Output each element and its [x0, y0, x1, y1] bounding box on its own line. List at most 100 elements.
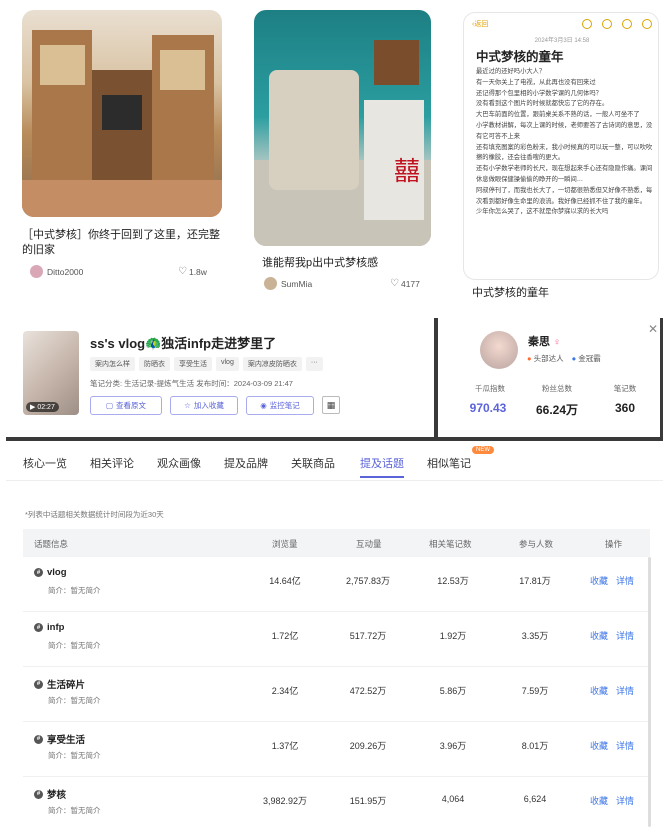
badge-gold-crown: ● 金冠霸: [571, 354, 601, 363]
detail-link[interactable]: 详情: [616, 684, 634, 697]
collect-link[interactable]: 收藏: [590, 794, 608, 807]
svg-text:囍: 囍: [394, 157, 420, 187]
note-toolbar: ‹ 返回: [472, 19, 652, 29]
hashtag-icon: #: [34, 568, 43, 577]
collect-link[interactable]: 收藏: [590, 574, 608, 587]
note-tags: 案内怎么样 防晒衣 享受生活 vlog 案内凉皮防晒衣 ···: [90, 357, 323, 371]
tag[interactable]: vlog: [216, 357, 239, 371]
feed-card-2-image[interactable]: 囍: [254, 10, 431, 246]
table-header: 话题信息 浏览量 互动量 相关笔记数 参与人数 操作: [23, 529, 650, 557]
tag[interactable]: 案内凉皮防晒衣: [242, 357, 302, 371]
tab-brands[interactable]: 提及品牌: [224, 455, 268, 471]
topic-name[interactable]: # 生活碎片: [34, 677, 85, 691]
close-icon[interactable]: ✕: [648, 322, 658, 336]
qr-code-icon[interactable]: ▦: [322, 396, 340, 414]
views-cell: 14.64亿: [269, 576, 301, 586]
note-detail-title[interactable]: ss's vlog🦚独活infp走进梦里了: [90, 333, 276, 352]
detail-link[interactable]: 详情: [616, 574, 634, 587]
column-header: 话题信息: [34, 539, 69, 549]
feed-card-1-author[interactable]: Ditto2000: [30, 265, 83, 278]
feed-card-1-title[interactable]: ［中式梦核］你终于回到了这里，还完整的旧家: [22, 228, 222, 258]
tab-core-overview[interactable]: 核心一览: [23, 455, 67, 471]
scrollbar[interactable]: [648, 557, 651, 827]
table-row: # infp 简介：暂无简介 1.72亿 517.72万 1.92万 3.35万 …: [23, 612, 650, 667]
profile-badges: ● 头部达人 ● 金冠霸: [527, 353, 601, 364]
collect-link[interactable]: 收藏: [590, 684, 608, 697]
topic-name[interactable]: # 享受生活: [34, 732, 85, 746]
tag[interactable]: 享受生活: [174, 357, 212, 371]
notes-cell: 12.53万: [437, 576, 469, 586]
heart-icon: ♡: [178, 266, 187, 277]
feed-card-3-image[interactable]: ‹ 返回 2024年3月3日 14:58 中式梦核的童年 最近过的还好吗小大人？…: [463, 12, 659, 280]
heart-icon: ♡: [390, 278, 399, 289]
topic-name[interactable]: # 梦核: [34, 787, 66, 801]
topic-name[interactable]: # infp: [34, 622, 64, 633]
detail-link[interactable]: 详情: [616, 794, 634, 807]
stat-label: 千瓜指数: [475, 384, 505, 393]
topic-name[interactable]: # vlog: [34, 567, 67, 578]
monitor-note-label: 监控笔记: [269, 401, 300, 410]
notes-cell: 4,064: [441, 794, 465, 804]
views-cell: 1.37亿: [271, 741, 299, 751]
tag-more[interactable]: ···: [305, 357, 323, 371]
views-cell: 2.34亿: [271, 686, 299, 696]
note-thumbnail[interactable]: ▶ 02:27: [23, 331, 79, 415]
tab-comments[interactable]: 相关评论: [90, 455, 134, 471]
tag[interactable]: 案内怎么样: [90, 357, 135, 371]
tab-audience[interactable]: 观众画像: [157, 455, 201, 471]
table-row: # 享受生活 简介：暂无简介 1.37亿 209.26万 3.96万 8.01万 …: [23, 722, 650, 777]
author-avatar: [30, 265, 43, 278]
add-collection-button[interactable]: ☆ 加入收藏: [170, 396, 238, 415]
profile-name-text: 秦思: [528, 336, 550, 348]
new-badge: NEW: [472, 446, 494, 454]
tab-bar: 核心一览 相关评论 观众画像 提及品牌 关联商品 提及话题 相似笔记: [0, 455, 667, 479]
author-name: Ditto2000: [47, 266, 84, 277]
active-tab-indicator: [360, 476, 404, 478]
table-note: *列表中话题相关数据统计时间段为近30天: [25, 510, 164, 519]
badge-top-creator: ● 头部达人: [527, 354, 564, 363]
monitor-note-button[interactable]: ◉ 监控笔记: [246, 396, 314, 415]
tab-topics[interactable]: 提及话题: [360, 455, 404, 471]
table-row: # vlog 简介：暂无简介 14.64亿 2,757.83万 12.53万 17…: [23, 557, 650, 612]
stat-label: 笔记数: [613, 384, 637, 393]
views-cell: 3,982.92万: [262, 796, 308, 806]
room-photo: [22, 30, 222, 217]
column-header: 相关笔记数: [429, 539, 472, 549]
view-original-button[interactable]: ▢ 查看原文: [90, 396, 162, 415]
collect-link[interactable]: 收藏: [590, 629, 608, 642]
stat-value: 66.24万: [535, 403, 579, 417]
detail-link[interactable]: 详情: [616, 629, 634, 642]
video-duration: ▶ 02:27: [26, 402, 59, 412]
profile-avatar[interactable]: [480, 331, 518, 369]
interact-cell: 151.95万: [349, 796, 387, 806]
notes-cell: 5.86万: [439, 686, 467, 696]
table-row: # 梦核 简介：暂无简介 3,982.92万 151.95万 4,064 6,62…: [23, 777, 650, 832]
feed-card-2-likes[interactable]: ♡ 4177: [390, 278, 420, 289]
tag[interactable]: 防晒衣: [139, 357, 170, 371]
table-row: # 生活碎片 简介：暂无简介 2.34亿 472.52万 5.86万 7.59万 …: [23, 667, 650, 722]
person-icon: ●: [527, 354, 532, 363]
collect-link[interactable]: 收藏: [590, 739, 608, 752]
likes-count: 1.8w: [188, 266, 207, 277]
feed-card-2-author[interactable]: SumMia: [264, 277, 312, 290]
feed-card-3-caption[interactable]: 中式梦核的童年: [472, 286, 549, 301]
divider: [660, 318, 663, 440]
tab-products[interactable]: 关联商品: [291, 455, 335, 471]
column-header: 浏览量: [272, 539, 298, 549]
divider: [6, 480, 663, 481]
feed-card-1-image[interactable]: [22, 10, 222, 217]
note-meta: 笔记分类: 生活记录-提炼气生活 发布时间：2024-03-09 21:47: [90, 379, 293, 388]
hashtag-icon: #: [34, 734, 43, 744]
hashtag-icon: #: [34, 789, 43, 799]
tab-similar-notes[interactable]: 相似笔记: [427, 455, 471, 471]
share-icon: [622, 19, 632, 29]
people-cell: 17.81万: [519, 576, 551, 586]
feed-card-2-title[interactable]: 谁能帮我p出中式梦核感: [262, 256, 432, 271]
profile-name[interactable]: 秦思 ♀: [528, 333, 561, 349]
author-name: SumMia: [281, 278, 313, 289]
feed-card-1-likes[interactable]: ♡ 1.8w: [178, 266, 207, 277]
hashtag-icon: #: [34, 679, 43, 689]
crown-icon: ●: [571, 354, 577, 363]
note-date: 2024年3月3日 14:58: [534, 38, 590, 44]
detail-link[interactable]: 详情: [616, 739, 634, 752]
